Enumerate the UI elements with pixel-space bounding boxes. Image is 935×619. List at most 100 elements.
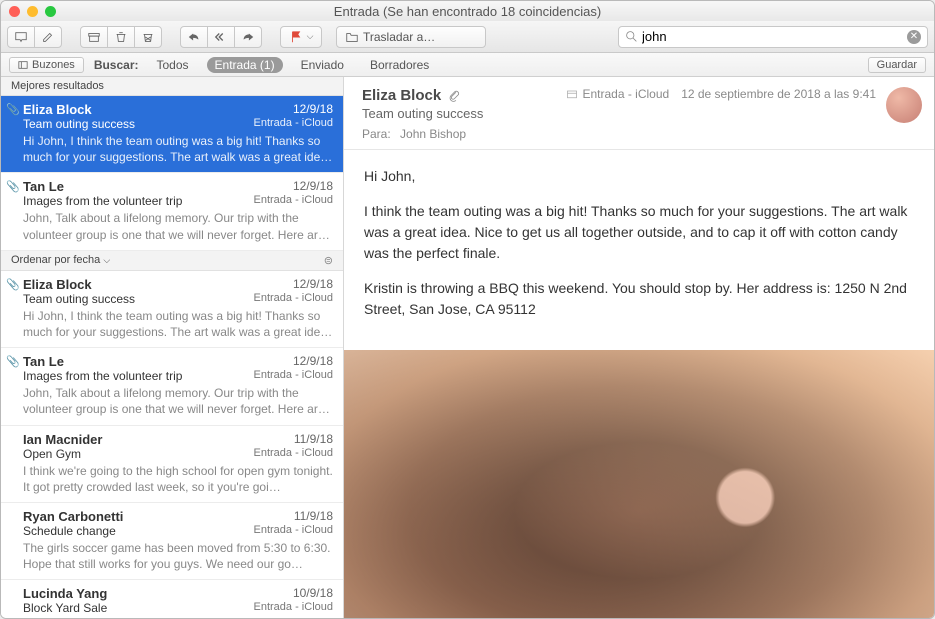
message-sender: Lucinda Yang [23,586,107,601]
get-mail-button[interactable] [7,26,35,48]
message-subject: Schedule change [23,524,116,538]
message-preview: We're in the early stages of planning a … [23,617,333,618]
attachment-icon: 📎 [6,278,20,291]
message-mailbox: Entrada - iCloud [254,292,334,306]
message-date: 11/9/18 [294,432,333,447]
message-row[interactable]: 📎Tan Le 12/9/18 Images from the volunteer … [1,348,343,425]
reader-paragraph: Kristin is throwing a BBQ this weekend. … [364,278,914,320]
message-row[interactable]: Lucinda Yang 10/9/18 Block Yard Sale Entrad… [1,580,343,618]
forward-icon [241,30,255,44]
reader-body: Hi John, I think the team outing was a bi… [344,150,934,350]
folder-icon [345,30,359,44]
move-to-button[interactable]: Trasladar a… [336,26,486,48]
message-date: 12/9/18 [293,277,333,292]
reader-to: John Bishop [400,127,466,141]
chevron-down-icon: ⌵ [103,255,110,265]
message-preview: John, Talk about a lifelong memory. Our … [23,385,333,417]
message-date: 11/9/18 [294,509,333,524]
group-options-icon[interactable]: ⊜ [324,254,333,267]
scope-drafts[interactable]: Borradores [362,57,437,73]
message-sender: Eliza Block [23,277,92,292]
reply-icon [187,30,201,44]
reader-from: Eliza Block [362,87,441,104]
message-date: 12/9/18 [293,354,333,369]
message-mailbox: Entrada - iCloud [254,369,334,383]
message-mailbox: Entrada - iCloud [254,194,334,208]
reader-date: 12 de septiembre de 2018 a las 9:41 [681,87,876,101]
window-title: Entrada (Se han encontrado 18 coincidenc… [1,4,934,19]
message-sender: Eliza Block [23,102,92,117]
message-subject: Team outing success [23,292,135,306]
message-preview: Hi John, I think the team outing was a b… [23,308,333,340]
close-icon: ✕ [910,32,918,42]
message-row[interactable]: 📎Eliza Block12/9/18Team outing successEn… [1,96,343,173]
delete-button[interactable] [107,26,135,48]
message-subject: Images from the volunteer trip [23,369,182,383]
junk-button[interactable] [134,26,162,48]
search-scope-label: Buscar: [94,58,139,72]
message-sender: Ryan Carbonetti [23,509,123,524]
mailboxes-label: Buzones [32,59,75,71]
sort-header[interactable]: Ordenar por fecha ⌵ ⊜ [1,251,343,271]
message-sender: Tan Le [23,179,64,194]
message-subject: Block Yard Sale [23,601,107,615]
group-header-label: Ordenar por fecha ⌵ [11,254,110,266]
compose-icon [41,30,55,44]
message-preview: The girls soccer game has been moved fro… [23,540,333,572]
message-date: 12/9/18 [293,102,333,117]
inbox-icon [14,30,28,44]
message-sender: Tan Le [23,354,64,369]
message-row[interactable]: Ian Macnider 11/9/18 Open Gym Entrada - iCl… [1,426,343,503]
chevron-down-icon: ⌵ [307,31,314,42]
titlebar: Entrada (Se han encontrado 18 coincidenc… [1,1,934,21]
search-field[interactable]: ✕ [618,26,928,48]
message-sender: Ian Macnider [23,432,102,447]
message-mailbox: Entrada - iCloud [254,601,334,615]
message-mailbox: Entrada - iCloud [254,524,334,538]
message-mailbox: Entrada - iCloud [254,447,334,461]
message-subject: Images from the volunteer trip [23,194,182,208]
reader-to-label: Para: [362,127,391,141]
search-icon [625,30,638,43]
group-header-label: Mejores resultados [11,80,104,92]
mailbox-icon [566,88,578,100]
message-date: 12/9/18 [293,179,333,194]
sender-avatar [886,87,922,123]
clear-search-button[interactable]: ✕ [907,30,921,44]
compose-button[interactable] [34,26,62,48]
forward-button[interactable] [234,26,262,48]
reply-button[interactable] [180,26,208,48]
message-preview: John, Talk about a lifelong memory. Our … [23,210,333,242]
message-row[interactable]: 📎Tan Le 12/9/18 Images from the volunteer … [1,173,343,250]
reply-all-icon [214,30,228,44]
search-input[interactable] [642,29,903,44]
message-preview: I think we're going to the high school f… [23,463,333,495]
attachment-icon: 📎 [6,355,20,368]
scope-all[interactable]: Todos [149,57,197,73]
archive-button[interactable] [80,26,108,48]
scope-bar: Buzones Buscar: Todos Entrada (1) Enviad… [1,53,934,77]
save-search-button[interactable]: Guardar [868,57,926,73]
message-preview: Hi John, I think the team outing was a b… [23,133,333,165]
message-attachment-image [344,350,934,618]
reader-header: Eliza Block Team outing success Para: Jo… [344,77,934,150]
group-header: Mejores resultados [1,77,343,96]
junk-icon [141,30,155,44]
message-reader: Eliza Block Team outing success Para: Jo… [344,77,934,618]
message-row[interactable]: Ryan Carbonetti 11/9/18 Schedule change Ent… [1,503,343,580]
mailboxes-button[interactable]: Buzones [9,57,84,73]
message-list: Mejores resultados📎Eliza Block12/9/18Tea… [1,77,344,618]
reader-paragraph: Hi John, [364,166,914,187]
attachment-icon: 📎 [6,180,20,193]
scope-sent[interactable]: Enviado [293,57,352,73]
reply-all-button[interactable] [207,26,235,48]
message-mailbox: Entrada - iCloud [254,117,334,131]
reader-paragraph: I think the team outing was a big hit! T… [364,201,914,264]
move-to-label: Trasladar a… [363,30,435,44]
message-date: 10/9/18 [293,586,333,601]
scope-inbox[interactable]: Entrada (1) [207,57,283,73]
flag-button[interactable]: ⌵ [280,26,322,48]
sidebar-icon [18,60,28,70]
message-row[interactable]: 📎Eliza Block 12/9/18 Team outing success En… [1,271,343,348]
message-subject: Open Gym [23,447,81,461]
